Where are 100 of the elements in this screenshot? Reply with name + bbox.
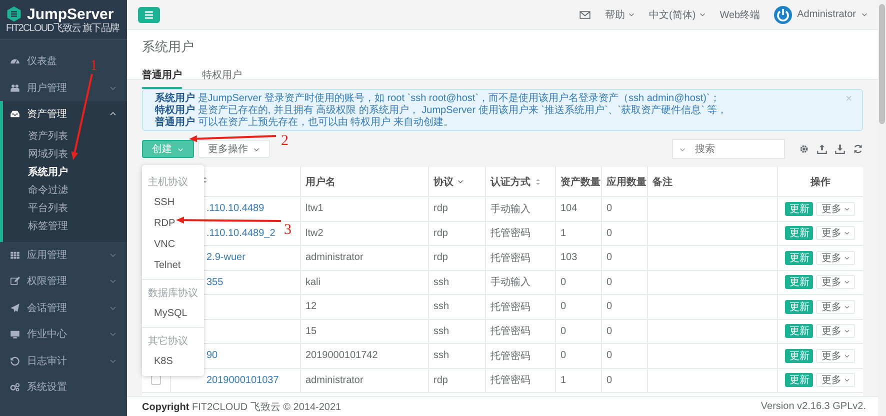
caret-icon — [844, 254, 850, 261]
annotation-number: 3 — [284, 222, 292, 238]
nav-subitem[interactable]: 资产列表 — [3, 128, 127, 146]
auth-method-cell: 手动输入 — [490, 204, 530, 215]
language-menu[interactable]: 中文(简体) — [649, 8, 706, 22]
asset-count-cell: 0 — [560, 350, 566, 362]
menu-item[interactable]: VNC — [142, 234, 204, 255]
nav-subitem[interactable]: 网域列表 — [3, 146, 127, 164]
chevron-icon — [109, 304, 117, 312]
chevron-icon — [109, 84, 117, 92]
chevron-icon — [628, 11, 636, 18]
column-header: 备注 — [652, 176, 672, 188]
help-menu[interactable]: 帮助 — [605, 8, 636, 22]
nav-item[interactable]: 资产管理 — [3, 101, 127, 128]
nav-item[interactable]: 作业中心 — [0, 321, 127, 348]
tab[interactable]: 特权用户 — [202, 66, 242, 89]
nav-subitem[interactable]: 标签管理 — [3, 218, 127, 236]
nav-item[interactable]: 会话管理 — [0, 294, 127, 321]
monitor-icon — [10, 329, 20, 340]
asset-count-cell: 0 — [560, 301, 566, 312]
menu-button[interactable] — [138, 6, 160, 22]
nav-subitem[interactable]: 命令过滤 — [3, 182, 127, 200]
more-button[interactable]: 更多 — [816, 202, 856, 216]
nav-subitem[interactable]: 平台列表 — [3, 200, 127, 218]
search-field[interactable]: 搜索 — [672, 139, 785, 159]
menu-item[interactable]: Telnet — [142, 255, 204, 276]
name-link[interactable]: 90 — [206, 350, 218, 362]
update-button[interactable]: 更新 — [785, 250, 814, 265]
update-button[interactable]: 更新 — [785, 300, 814, 314]
chevron-icon — [861, 11, 868, 18]
inbox-icon — [10, 109, 20, 120]
username-cell: ltw1 — [306, 203, 324, 214]
nav-item[interactable]: 系统设置 — [0, 374, 77, 400]
settings-icon[interactable] — [799, 144, 809, 154]
more-button[interactable]: 更多 — [816, 324, 856, 338]
app-count-cell: 0 — [606, 276, 612, 288]
chevron-icon — [109, 277, 117, 286]
auth-method-cell: 托管密码 — [490, 252, 530, 264]
chevron-icon — [109, 250, 117, 259]
download-icon[interactable] — [835, 144, 845, 154]
alert-text: 特权用户 是资产已存在的, 并且拥有 高级权限 的系统用户， JumpServer 使用该用户来 `推送系统用户`、`获取资产硬件信息` 等， — [155, 105, 728, 116]
more-button[interactable]: 更多 — [816, 300, 856, 314]
chevron-icon — [698, 11, 706, 18]
menu-item[interactable]: SSH — [142, 192, 204, 213]
logo-title: JumpServer — [27, 6, 114, 22]
update-button[interactable]: 更新 — [785, 226, 814, 240]
caret-icon — [253, 146, 260, 152]
username-cell: 15 — [306, 326, 317, 337]
user-menu[interactable]: Administrator — [774, 6, 868, 24]
auth-method-cell: 托管密码 — [490, 228, 530, 240]
web-terminal-link[interactable]: Web终端 — [720, 8, 760, 22]
app-count-cell: 0 — [606, 252, 612, 264]
nav-subitem[interactable]: 系统用户 — [3, 164, 127, 182]
menu-icon — [143, 8, 155, 20]
upload-icon[interactable] — [817, 144, 827, 154]
alert-text: 系统用户 是JumpServer 登录资产时使用的账号，如 root `ssh root@host`，而不是使用该用户名登录资产（ssh admin@host)`； — [155, 93, 720, 104]
menu-item[interactable]: MySQL — [142, 303, 204, 324]
asset-count-cell: 0 — [560, 276, 566, 288]
protocol-cell: rdp — [434, 374, 448, 386]
name-link[interactable]: 355 — [206, 276, 224, 288]
more-button[interactable]: 更多 — [816, 373, 856, 388]
nav-item[interactable]: 用户管理 — [0, 74, 127, 101]
menu-item[interactable]: RDP — [142, 213, 204, 234]
more-button[interactable]: 更多 — [816, 250, 856, 265]
nav-item[interactable]: 权限管理 — [0, 268, 127, 294]
nav-item[interactable]: 应用管理 — [0, 242, 127, 268]
auth-method-cell: 托管密码 — [490, 375, 530, 386]
copyright-text: Copyright FIT2CLOUD 飞致云 © 2014-2021 — [142, 400, 342, 414]
auth-method-cell: 手动输入 — [490, 277, 530, 288]
nav-item[interactable]: 仪表盘 — [0, 48, 67, 74]
logo-subtitle: FIT2CLOUD飞致云 旗下品牌 — [6, 23, 120, 34]
update-button[interactable]: 更新 — [785, 348, 814, 363]
mail-icon[interactable] — [579, 8, 592, 20]
menu-item[interactable]: K8S — [142, 351, 204, 372]
caret-icon — [844, 230, 850, 236]
update-button[interactable]: 更新 — [785, 324, 814, 338]
asset-count-cell: 103 — [560, 252, 578, 264]
menu-group-header: 主机协议 — [147, 176, 189, 190]
auth-method-cell: 托管密码 — [490, 302, 530, 313]
update-button[interactable]: 更新 — [785, 202, 814, 216]
more-button[interactable]: 更多 — [816, 348, 856, 363]
users-icon — [10, 82, 20, 93]
more-button[interactable]: 更多 — [816, 275, 856, 290]
more-actions-button[interactable]: 更多操作 — [198, 140, 270, 158]
update-button[interactable]: 更新 — [785, 275, 814, 290]
username-cell: administrator — [306, 374, 364, 386]
more-button[interactable]: 更多 — [816, 226, 856, 240]
asset-count-cell: 1 — [560, 374, 566, 386]
name-link[interactable]: .110.10.4489_2 — [206, 228, 276, 239]
update-button[interactable]: 更新 — [785, 373, 814, 388]
nav-item[interactable]: 日志审计 — [0, 348, 127, 374]
dashboard-icon — [10, 56, 20, 66]
username-cell: 2019000101742 — [306, 350, 378, 362]
refresh-icon[interactable] — [853, 144, 863, 154]
column-header: 应用数量 — [606, 176, 646, 188]
checkbox[interactable] — [151, 375, 161, 386]
name-link[interactable]: 2.9-wuer — [206, 252, 246, 264]
filter-icon[interactable] — [456, 178, 464, 185]
username-cell: ltw2 — [306, 228, 324, 239]
caret-icon — [844, 377, 850, 384]
